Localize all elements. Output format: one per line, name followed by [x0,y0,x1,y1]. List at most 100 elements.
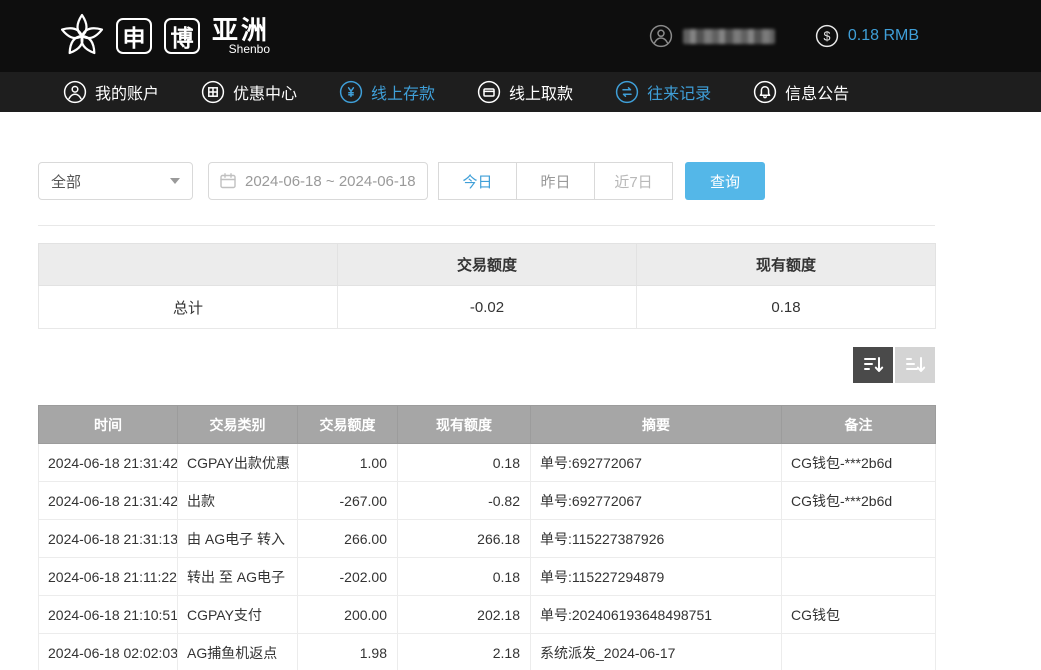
table-cell: 单号:692772067 [531,482,782,520]
flower-logo-icon [56,10,108,62]
nav-item-my-account[interactable]: 我的账户 [42,72,180,112]
table-row: 2024-06-18 21:31:42出款-267.00-0.82单号:6927… [39,482,936,520]
table-cell: 单号:692772067 [531,444,782,482]
table-cell: -0.82 [398,482,531,520]
username-blurred [683,29,775,44]
nav-item-label: 我的账户 [95,80,159,104]
col-header-time: 时间 [39,406,178,444]
sort-controls [38,347,935,383]
filter-row: 全部 2024-06-18 ~ 2024-06-18 今日 昨日 近7日 查询 [38,162,935,200]
table-cell [782,558,936,596]
deposit-icon [339,80,363,104]
announcement-icon [753,80,777,104]
logo-char-shen: 申 [116,18,152,54]
logo-region-text: 亚洲 [212,17,270,43]
header-user-area[interactable] [649,24,775,48]
table-row: 2024-06-18 21:31:13由 AG电子 转入266.00266.18… [39,520,936,558]
table-cell: 单号:115227387926 [531,520,782,558]
type-select-value: 全部 [51,171,81,192]
sort-descending-button[interactable] [853,347,893,383]
table-cell: 2024-06-18 21:31:13 [39,520,178,558]
table-cell: 2024-06-18 21:31:42 [39,482,178,520]
withdraw-icon [477,80,501,104]
summary-total-balance: 0.18 [637,286,936,329]
summary-header-trade: 交易额度 [338,244,637,286]
table-cell: 0.18 [398,558,531,596]
table-cell: CG钱包 [782,596,936,634]
query-button[interactable]: 查询 [685,162,765,200]
table-cell: 单号:202406193648498751 [531,596,782,634]
records-table-body: 2024-06-18 21:31:42CGPAY出款优惠1.000.18单号:6… [39,444,936,670]
content-area: 全部 2024-06-18 ~ 2024-06-18 今日 昨日 近7日 查询 … [38,162,935,670]
nav-item-label: 线上存款 [371,80,435,104]
summary-table: 交易额度 现有额度 总计 -0.02 0.18 [38,243,936,329]
table-cell: 266.18 [398,520,531,558]
table-cell: 0.18 [398,444,531,482]
col-header-summary: 摘要 [531,406,782,444]
records-icon [615,80,639,104]
logo-region: 亚洲 Shenbo [212,17,270,56]
table-cell: 系统派发_2024-06-17 [531,634,782,670]
nav-item-transaction-records[interactable]: 往来记录 [594,72,732,112]
table-cell: CGPAY出款优惠 [178,444,298,482]
date-range-value: 2024-06-18 ~ 2024-06-18 [245,173,416,190]
quick-date-buttons: 今日 昨日 近7日 [438,162,673,200]
summary-header-empty [39,244,338,286]
date-range-input[interactable]: 2024-06-18 ~ 2024-06-18 [208,162,428,200]
promo-icon [201,80,225,104]
header-balance[interactable]: $ 0.18 RMB [815,24,919,48]
summary-total-trade: -0.02 [338,286,637,329]
table-cell: 由 AG电子 转入 [178,520,298,558]
table-cell: CG钱包-***2b6d [782,482,936,520]
last7days-button[interactable]: 近7日 [594,162,673,200]
table-cell: 出款 [178,482,298,520]
svg-text:$: $ [823,30,830,44]
nav-item-label: 优惠中心 [233,80,297,104]
calendar-icon [219,172,237,190]
user-icon [649,24,673,48]
table-cell: 266.00 [298,520,398,558]
table-cell [782,520,936,558]
table-cell: 单号:115227294879 [531,558,782,596]
nav-item-label: 信息公告 [785,80,849,104]
records-table: 时间 交易类别 交易额度 现有额度 摘要 备注 2024-06-18 21:31… [38,405,936,670]
summary-total-label: 总计 [39,286,338,329]
top-header: 申 博 亚洲 Shenbo $ 0.18 RMB [0,0,1041,72]
col-header-remark: 备注 [782,406,936,444]
yesterday-button[interactable]: 昨日 [516,162,595,200]
nav-item-label: 线上取款 [509,80,573,104]
table-cell: 2024-06-18 02:02:03 [39,634,178,670]
table-cell: 1.00 [298,444,398,482]
table-row: 2024-06-18 02:02:03AG捕鱼机返点1.982.18系统派发_2… [39,634,936,670]
table-cell: -267.00 [298,482,398,520]
site-logo[interactable]: 申 博 亚洲 Shenbo [56,10,270,62]
type-select[interactable]: 全部 [38,162,193,200]
sort-descending-icon [862,354,884,376]
table-cell: 转出 至 AG电子 [178,558,298,596]
sort-ascending-button[interactable] [895,347,935,383]
nav-item-label: 往来记录 [647,80,711,104]
table-cell: 202.18 [398,596,531,634]
table-row: 2024-06-18 21:11:22转出 至 AG电子-202.000.18单… [39,558,936,596]
table-cell: AG捕鱼机返点 [178,634,298,670]
nav-item-online-withdrawal[interactable]: 线上取款 [456,72,594,112]
table-cell: CGPAY支付 [178,596,298,634]
table-cell: 2024-06-18 21:11:22 [39,558,178,596]
summary-total-row: 总计 -0.02 0.18 [39,286,936,329]
table-cell: CG钱包-***2b6d [782,444,936,482]
table-cell [782,634,936,670]
nav-item-online-deposit[interactable]: 线上存款 [318,72,456,112]
nav-item-announcements[interactable]: 信息公告 [732,72,870,112]
logo-char-bo: 博 [164,18,200,54]
table-cell: 2024-06-18 21:31:42 [39,444,178,482]
today-button[interactable]: 今日 [438,162,517,200]
user-icon [63,80,87,104]
table-row: 2024-06-18 21:31:42CGPAY出款优惠1.000.18单号:6… [39,444,936,482]
balance-amount: 0.18 RMB [848,27,919,45]
table-cell: 2024-06-18 21:10:51 [39,596,178,634]
col-header-trade-amount: 交易额度 [298,406,398,444]
nav-item-promotions[interactable]: 优惠中心 [180,72,318,112]
table-cell: -202.00 [298,558,398,596]
summary-header-balance: 现有额度 [637,244,936,286]
table-cell: 1.98 [298,634,398,670]
